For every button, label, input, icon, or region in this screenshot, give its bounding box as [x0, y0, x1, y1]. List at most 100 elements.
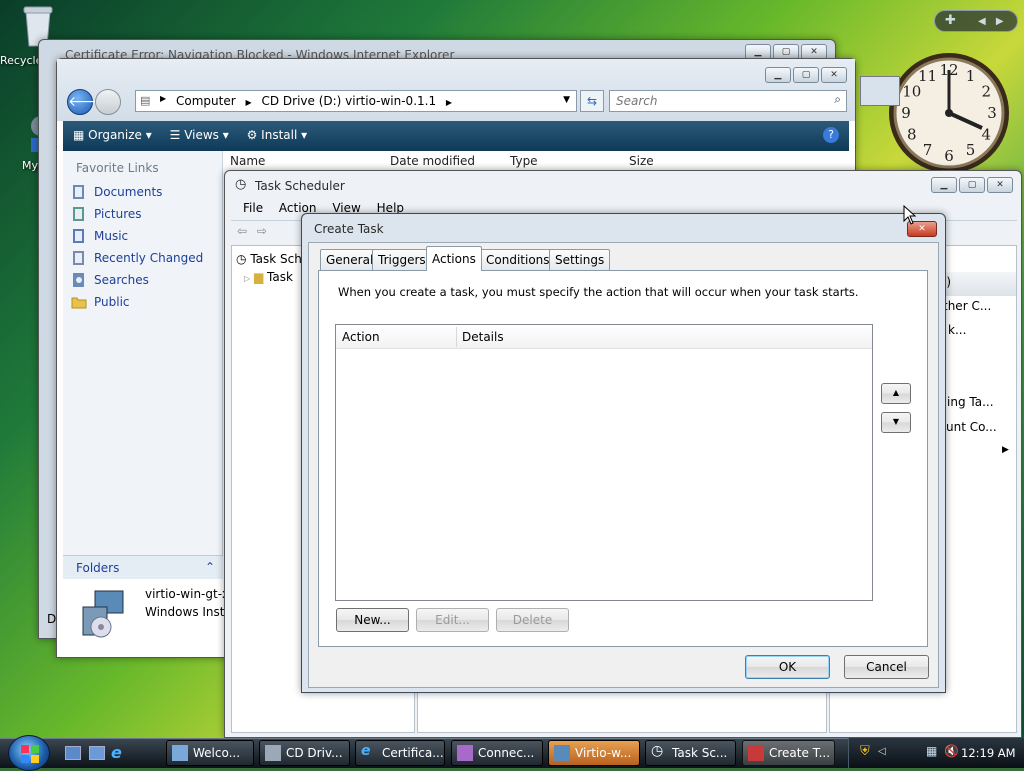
- tab-general[interactable]: General: [320, 249, 380, 270]
- views-icon: ☰: [169, 128, 181, 142]
- tab-actions[interactable]: Actions: [426, 246, 482, 271]
- forward-arrow-icon[interactable]: ⇨: [257, 224, 267, 238]
- address-bar[interactable]: ▤ ▶ Computer ▶ CD Drive (D:) virtio-win-…: [135, 90, 577, 112]
- close-button[interactable]: ✕: [987, 177, 1013, 193]
- column-divider: [456, 327, 457, 347]
- organize-button[interactable]: ▦ Organize ▾: [73, 128, 156, 142]
- maximize-button[interactable]: ▢: [793, 67, 819, 83]
- scheduler-titlebar: ◷ Task Scheduler ▁ ▢ ✕: [225, 171, 1021, 199]
- ie-quicklaunch-icon[interactable]: e: [111, 743, 122, 762]
- column-size[interactable]: Size: [629, 154, 654, 168]
- taskbar-item-certificate[interactable]: e Certifica...: [355, 740, 445, 766]
- add-gadget-icon[interactable]: ✚: [945, 13, 956, 28]
- actions-item-5[interactable]: unt Co...: [946, 420, 997, 434]
- chevron-up-icon[interactable]: ⌃: [205, 560, 215, 574]
- help-icon[interactable]: ?: [823, 127, 839, 143]
- column-details[interactable]: Details: [462, 330, 504, 344]
- back-arrow-icon[interactable]: ⇦: [237, 224, 247, 238]
- security-shield-icon[interactable]: ⛨: [860, 744, 870, 759]
- taskbar-item-task-scheduler[interactable]: ◷ Task Sc...: [645, 740, 736, 766]
- search-placeholder: Search: [616, 94, 658, 108]
- move-down-button[interactable]: ▼: [881, 412, 911, 433]
- ie-status-letter: D: [47, 612, 57, 626]
- taskbar-item-cd-drive[interactable]: CD Driv...: [259, 740, 350, 766]
- taskbar-item-welcome[interactable]: Welco...: [166, 740, 254, 766]
- cancel-button[interactable]: Cancel: [844, 655, 929, 679]
- maximize-button[interactable]: ▢: [959, 177, 985, 193]
- new-action-button[interactable]: New...: [336, 608, 409, 632]
- minimize-button[interactable]: ▁: [931, 177, 957, 193]
- show-desktop-icon[interactable]: [65, 746, 81, 760]
- forward-button[interactable]: [95, 89, 121, 115]
- tree-library-label: Task: [267, 270, 293, 284]
- search-icon[interactable]: ⌕: [834, 92, 841, 107]
- tab-triggers[interactable]: Triggers: [372, 249, 432, 270]
- breadcrumb-drive[interactable]: CD Drive (D:) virtio-win-0.1.1: [261, 94, 436, 108]
- tree-root[interactable]: ◷ Task Sche: [236, 252, 309, 266]
- edit-action-button[interactable]: Edit...: [416, 608, 489, 632]
- folders-bar[interactable]: Folders ⌃: [63, 555, 223, 579]
- install-button[interactable]: ⚙ Install ▾: [247, 128, 308, 142]
- fav-link-public[interactable]: Public: [94, 295, 130, 309]
- organize-label: Organize: [88, 128, 142, 142]
- search-input[interactable]: Search ⌕: [609, 90, 847, 112]
- fav-link-recently-changed[interactable]: Recently Changed: [94, 251, 203, 265]
- column-action[interactable]: Action: [342, 330, 380, 344]
- column-name[interactable]: Name: [230, 154, 265, 168]
- taskbar-item-label: Welco...: [193, 746, 241, 760]
- move-up-button[interactable]: ▲: [881, 383, 911, 404]
- next-icon[interactable]: ▶: [996, 16, 1004, 27]
- recently-changed-icon: [73, 251, 84, 265]
- start-button[interactable]: [8, 735, 50, 771]
- clock-icon: ◷: [235, 177, 247, 192]
- delete-action-button[interactable]: Delete: [496, 608, 569, 632]
- breadcrumb-computer[interactable]: Computer: [176, 94, 236, 108]
- tree-library[interactable]: ▷ ▆ Task: [244, 270, 293, 284]
- fav-link-pictures[interactable]: Pictures: [94, 207, 142, 221]
- column-date-modified[interactable]: Date modified: [390, 154, 475, 168]
- actions-item-2[interactable]: ther C...: [943, 299, 991, 313]
- address-dropdown-icon[interactable]: ▼: [563, 95, 570, 105]
- fav-link-music[interactable]: Music: [94, 229, 128, 243]
- clock-numeral: 10: [902, 83, 921, 101]
- clock-icon: ◷: [236, 252, 247, 266]
- chevron-right-icon: ▶: [160, 94, 167, 103]
- clock-time[interactable]: 12:19 AM: [961, 746, 1016, 760]
- tray-arrow-icon[interactable]: ◁: [878, 746, 886, 757]
- taskbar-item-label: Certifica...: [382, 746, 444, 760]
- menu-file[interactable]: File: [243, 201, 263, 215]
- switch-windows-icon[interactable]: [89, 746, 105, 760]
- actions-item-3[interactable]: k...: [948, 323, 966, 337]
- clock-numeral: 8: [907, 126, 917, 144]
- taskbar-item-create-task[interactable]: Create T...: [742, 740, 835, 766]
- ok-button[interactable]: OK: [745, 655, 830, 679]
- submenu-arrow-icon: ▶: [1002, 445, 1009, 455]
- tab-settings[interactable]: Settings: [549, 249, 611, 270]
- column-type[interactable]: Type: [510, 154, 538, 168]
- actions-item-4[interactable]: ing Ta...: [947, 395, 994, 409]
- actions-list-header: Action Details: [336, 325, 872, 349]
- tab-conditions[interactable]: Conditions: [480, 249, 556, 270]
- close-button[interactable]: ✕: [821, 67, 847, 83]
- clock-numeral: 1: [966, 67, 976, 85]
- volume-muted-icon[interactable]: 🔇: [944, 744, 959, 758]
- taskbar-item-connect[interactable]: Connec...: [451, 740, 543, 766]
- system-tray: ⛨ ◁ ▦ 🔇 12:19 AM: [848, 738, 1024, 768]
- fav-link-searches[interactable]: Searches: [94, 273, 149, 287]
- installer-icon: [82, 590, 124, 638]
- network-tray-icon[interactable]: ▦: [926, 744, 937, 758]
- refresh-button[interactable]: ⇆: [580, 90, 604, 112]
- taskbar-item-virtio[interactable]: Virtio-w...: [548, 740, 640, 766]
- minimize-button[interactable]: ▁: [765, 67, 791, 83]
- clock-numeral: 5: [966, 141, 976, 159]
- fav-link-documents[interactable]: Documents: [94, 185, 162, 199]
- back-button[interactable]: 🡐: [67, 89, 106, 115]
- views-button[interactable]: ☰ Views ▾: [170, 128, 233, 142]
- actions-list[interactable]: Action Details: [335, 324, 873, 601]
- prev-icon[interactable]: ◀: [978, 16, 986, 27]
- file-name: virtio-win-gt-x: [145, 587, 230, 601]
- sidebar-controls[interactable]: ✚ ◀ ▶: [934, 10, 1018, 32]
- taskbar-item-label: Create T...: [769, 746, 831, 760]
- chevron-right-icon: ▶: [245, 98, 252, 107]
- expand-icon[interactable]: ▷: [244, 274, 250, 283]
